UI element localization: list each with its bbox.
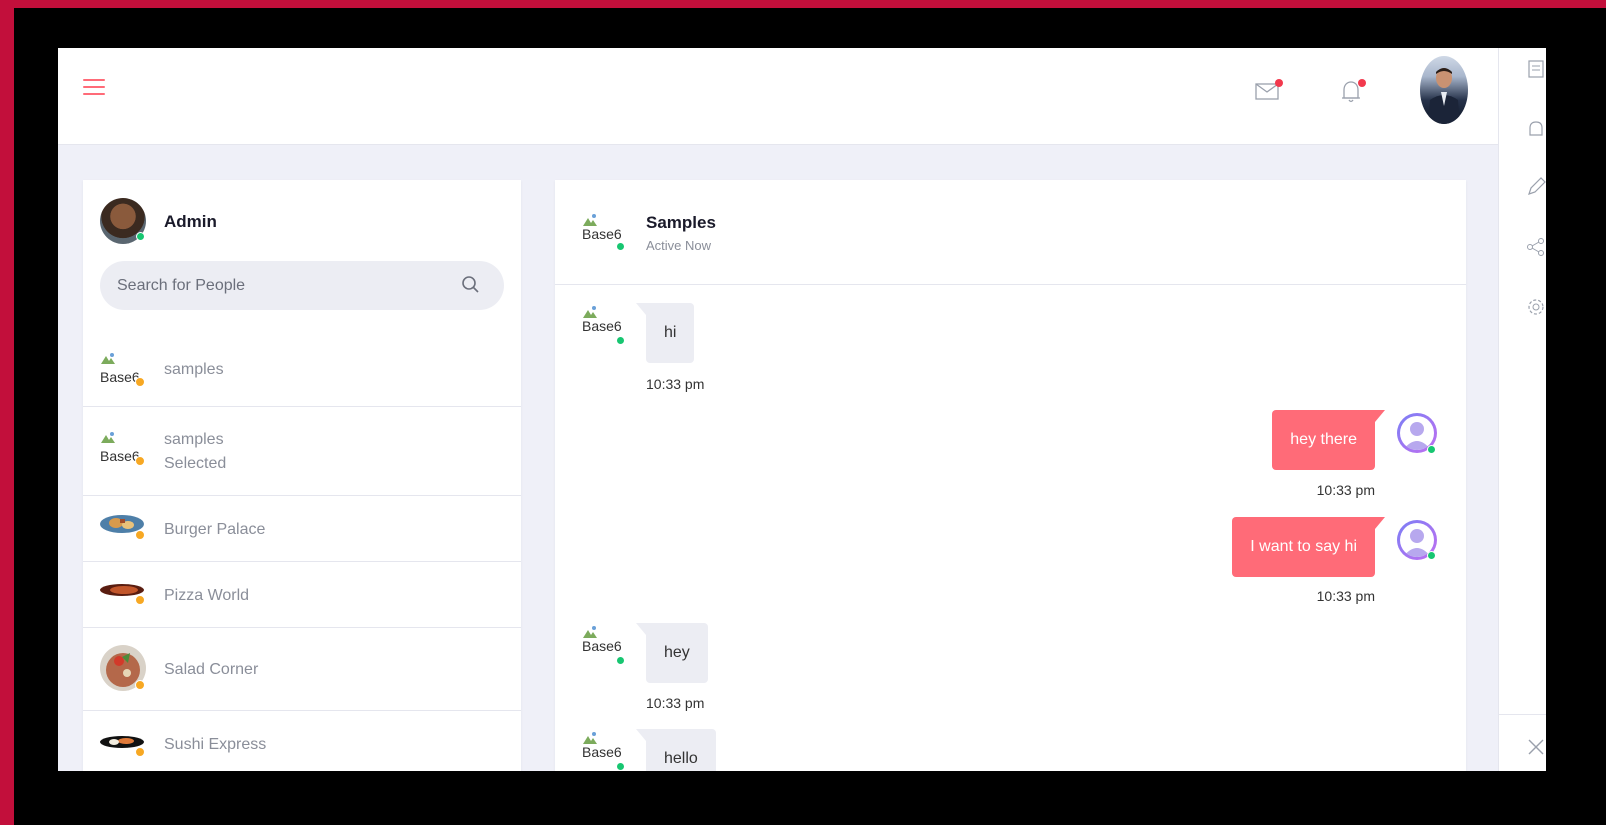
contact-name: Sushi Express [164,736,267,753]
contact-name: samples [164,361,224,378]
admin-name: Admin [164,212,217,231]
gear-icon[interactable] [1525,296,1546,318]
away-indicator [135,377,145,387]
mail-notification-dot [1275,79,1283,87]
admin-online-indicator [136,232,145,241]
contact-subtext: Selected [164,455,227,472]
chat-header: Base6 Samples Active Now [555,180,1466,285]
contact-item-burger-palace[interactable]: Burger Palace [83,496,521,562]
away-indicator [135,680,145,690]
top-bar [58,48,1498,145]
message-bubble-incoming: hi [635,303,695,363]
contacts-panel: Admin Base6 samples Base6 samples Select… [83,180,521,771]
bell-outline-icon[interactable] [1525,118,1546,140]
rail-divider [1499,714,1546,715]
contact-item-sushi-express[interactable]: Sushi Express [83,711,521,771]
user-profile-avatar[interactable] [1420,56,1468,124]
message-online-indicator [616,336,625,345]
contact-name: Burger Palace [164,521,266,538]
contact-name: samples [164,431,224,448]
bell-icon[interactable] [1338,78,1368,106]
chat-title: Samples [646,213,716,232]
away-indicator [135,747,145,757]
message-online-indicator [616,762,625,771]
chat-status: Active Now [646,238,712,253]
message-bubble-outgoing: hey there [1272,410,1385,470]
pencil-icon[interactable] [1525,176,1546,198]
contact-item-samples[interactable]: Base6 samples [83,338,521,407]
contact-item-salad-corner[interactable]: Salad Corner [83,628,521,711]
burger-image [100,511,144,547]
sender-online-indicator [1427,551,1436,560]
away-indicator [135,456,145,466]
chat-panel: Base6 Samples Active Now Base6 hi 10:33 … [555,180,1466,771]
search-icon[interactable] [461,275,481,295]
contact-item-pizza-world[interactable]: Pizza World [83,562,521,628]
message-bubble-outgoing: I want to say hi [1232,517,1385,577]
away-indicator [135,595,145,605]
tools-icon[interactable] [1525,736,1546,758]
bell-notification-dot [1358,79,1366,87]
contact-name: Salad Corner [164,661,259,678]
message-time: 10:33 pm [1316,588,1375,604]
message-time: 10:33 pm [646,695,705,711]
right-sidebar [1498,48,1546,771]
sender-online-indicator [1427,445,1436,454]
message-bubble-incoming: hey [636,623,708,683]
contact-name: Pizza World [164,587,250,604]
search-input[interactable] [100,261,504,310]
hamburger-menu-icon[interactable] [83,79,105,97]
message-time: 10:33 pm [646,376,705,392]
message-time: 10:33 pm [1316,482,1375,498]
chat-online-indicator [616,242,625,251]
share-icon[interactable] [1525,236,1546,258]
message-bubble-incoming: hello [636,729,716,771]
away-indicator [135,530,145,540]
mail-icon[interactable] [1255,78,1285,106]
list-icon[interactable] [1525,58,1546,80]
app-window: Admin Base6 samples Base6 samples Select… [58,48,1546,771]
contact-item-samples-selected[interactable]: Base6 samples Selected [83,407,521,496]
message-online-indicator [616,656,625,665]
